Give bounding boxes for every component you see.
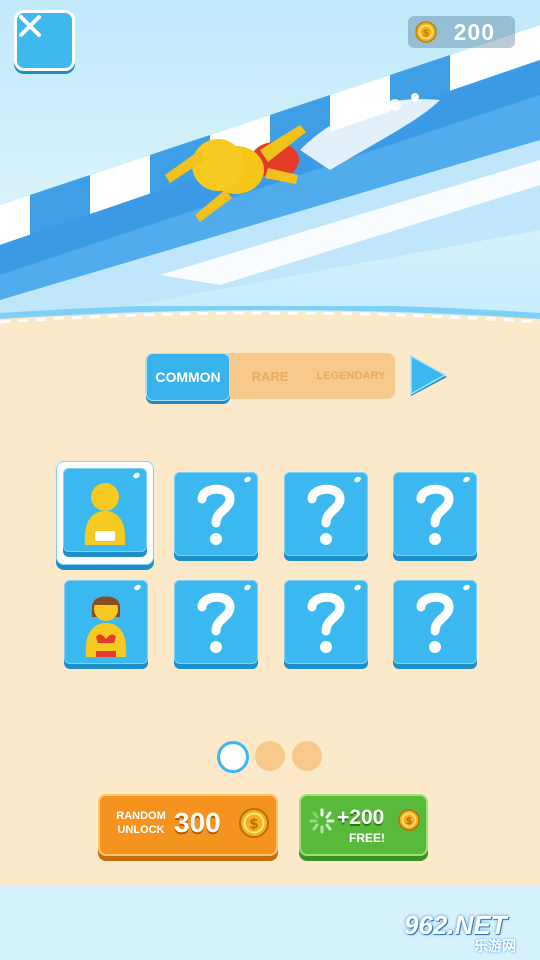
character-slot-8[interactable]: [393, 580, 477, 664]
video-reward-spinner-icon: [309, 808, 335, 834]
question-mark-icon: [416, 484, 454, 545]
close-button[interactable]: [14, 10, 75, 71]
page-dot-3[interactable]: [292, 741, 322, 771]
svg-text:$: $: [406, 816, 413, 827]
character-slot-7[interactable]: [284, 580, 368, 664]
question-mark-icon: [197, 592, 235, 653]
page-dot-1[interactable]: [217, 741, 249, 773]
question-mark-icon: [307, 484, 345, 545]
random-unlock-label: RANDOM UNLOCK: [116, 810, 166, 836]
character-slot-2[interactable]: [174, 472, 258, 556]
yellow-character-icon: [84, 483, 126, 545]
water-slide-scene: $ 200: [0, 0, 540, 330]
play-arrow-icon: [410, 354, 447, 396]
svg-text:$: $: [249, 817, 259, 833]
character-slot-1[interactable]: [63, 468, 147, 552]
watermark-logo: 962.NET 乐游网: [400, 910, 534, 954]
character-slot-5[interactable]: [64, 580, 148, 664]
next-tab-button[interactable]: [405, 354, 451, 400]
random-unlock-button[interactable]: RANDOM UNLOCK 300 $: [98, 794, 278, 856]
character-slot-4[interactable]: [393, 472, 477, 556]
character-slot-6[interactable]: [174, 580, 258, 664]
bikini-character-icon: [85, 596, 127, 657]
rarity-tabs: COMMON RARE LEGENDARY: [145, 353, 395, 401]
gold-coin-icon: $: [239, 808, 269, 838]
question-mark-icon: [197, 484, 235, 545]
tab-common[interactable]: COMMON: [146, 353, 230, 401]
character-slot-3[interactable]: [284, 472, 368, 556]
close-x-icon: [19, 15, 41, 37]
gold-coin-icon: $: [415, 21, 437, 43]
tab-rare[interactable]: RARE: [235, 353, 305, 399]
free-coins-amount: +200: [337, 806, 385, 829]
random-unlock-price: 300: [174, 807, 221, 838]
slide-illustration: [0, 25, 540, 330]
question-mark-icon: [307, 592, 345, 653]
free-coins-label: FREE!: [349, 831, 385, 845]
question-mark-icon: [416, 592, 454, 653]
page-dot-2[interactable]: [255, 741, 285, 771]
watermark-sub: 乐游网: [474, 938, 516, 954]
free-coins-button[interactable]: +200 FREE! $: [299, 794, 428, 856]
coin-count: 200: [453, 19, 495, 45]
tab-legendary[interactable]: LEGENDARY: [310, 353, 392, 399]
svg-text:$: $: [423, 28, 430, 39]
panel-edge: [0, 306, 540, 332]
gold-coin-icon: $: [398, 809, 420, 831]
coin-balance: $ 200: [408, 16, 515, 48]
